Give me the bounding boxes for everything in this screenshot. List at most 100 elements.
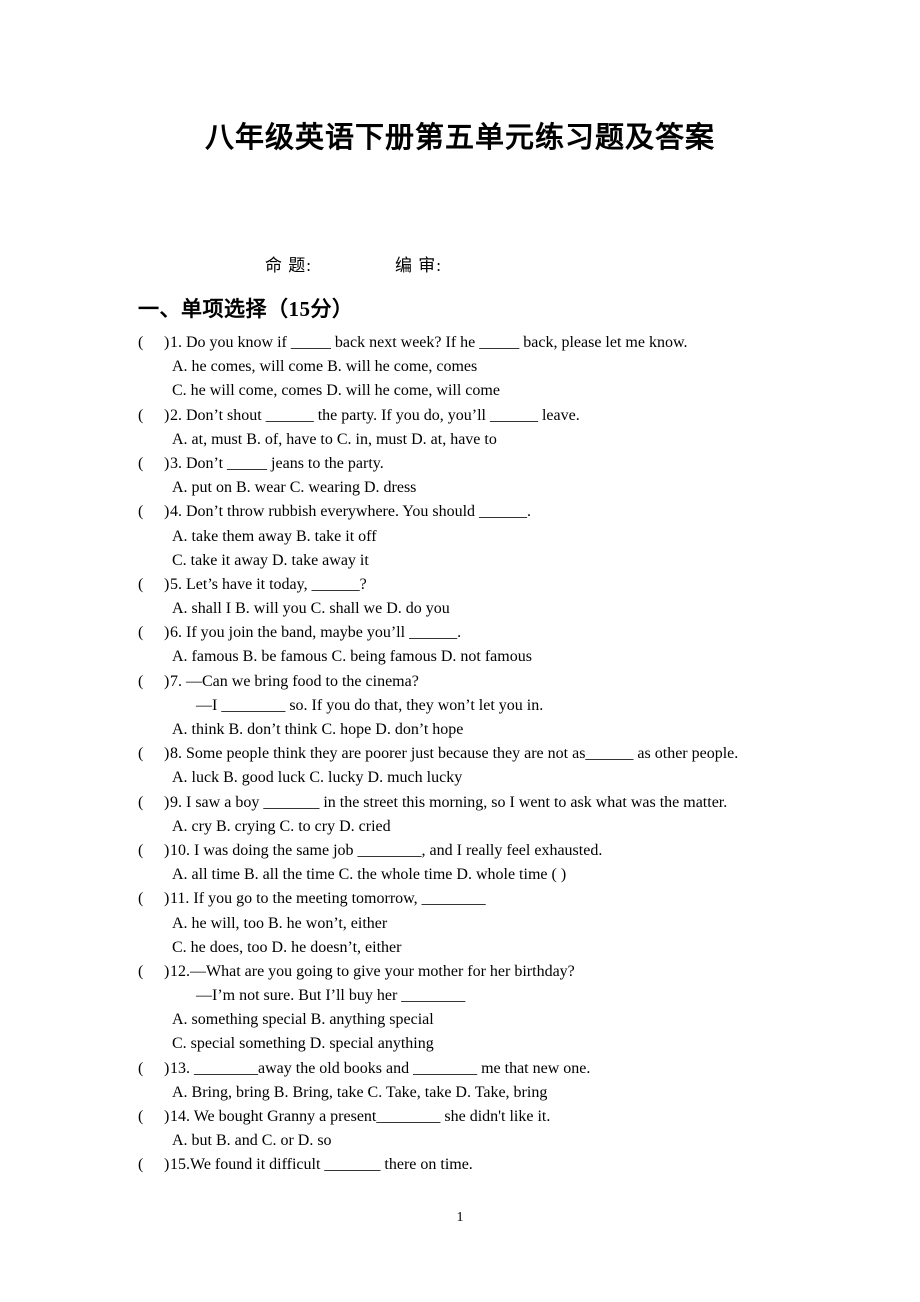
section-heading-multiple-choice: 一、单项选择（15分）	[138, 297, 354, 321]
answer-bracket-close[interactable]: )	[164, 500, 169, 524]
question-row: () 1. Do you know if _____ back next week…	[138, 331, 778, 355]
answer-bracket-close[interactable]: )	[164, 839, 169, 863]
question-options-row[interactable]: A. he comes, will come B. will he come, …	[138, 355, 778, 379]
answer-bracket-open[interactable]: (	[138, 452, 143, 476]
question-row: () 3. Don’t _____ jeans to the party.	[138, 452, 778, 476]
question-stem: 5. Let’s have it today, ______?	[170, 575, 367, 593]
answer-bracket-open[interactable]: (	[138, 331, 143, 355]
answer-bracket-close[interactable]: )	[164, 1105, 169, 1129]
answer-bracket-close[interactable]: )	[164, 887, 169, 911]
question-options-row[interactable]: C. special something D. special anything	[138, 1032, 778, 1056]
question-options-row[interactable]: A. think B. don’t think C. hope D. don’t…	[138, 718, 778, 742]
question-options-row[interactable]: A. put on B. wear C. wearing D. dress	[138, 476, 778, 500]
question-options: A. he comes, will come B. will he come, …	[172, 358, 478, 376]
answer-bracket-close[interactable]: )	[164, 742, 169, 766]
byline-reviewer-label: 编 审:	[395, 256, 442, 275]
answer-bracket-open[interactable]: (	[138, 670, 143, 694]
question-options-row[interactable]: A. but B. and C. or D. so	[138, 1129, 778, 1153]
answer-bracket-open[interactable]: (	[138, 887, 143, 911]
answer-bracket-close[interactable]: )	[164, 573, 169, 597]
byline-composer-label: 命 题:	[265, 256, 312, 275]
answer-bracket-open[interactable]: (	[138, 404, 143, 428]
question-row: () 9. I saw a boy _______ in the street t…	[138, 791, 778, 815]
question-stem: 10. I was doing the same job ________, a…	[170, 841, 603, 859]
question-options-row[interactable]: A. at, must B. of, have to C. in, must D…	[138, 428, 778, 452]
question-options-row[interactable]: A. shall I B. will you C. shall we D. do…	[138, 597, 778, 621]
answer-bracket-open[interactable]: (	[138, 621, 143, 645]
answer-bracket-close[interactable]: )	[164, 670, 169, 694]
question-options-row[interactable]: A. cry B. crying C. to cry D. cried	[138, 815, 778, 839]
answer-bracket-open[interactable]: (	[138, 1105, 143, 1129]
question-options: C. take it away D. take away it	[172, 551, 369, 569]
question-stem: 2. Don’t shout ______ the party. If you …	[170, 406, 580, 424]
question-options: A. famous B. be famous C. being famous D…	[172, 648, 532, 666]
question-options: A. all time B. all the time C. the whole…	[172, 866, 567, 884]
question-stem: 3. Don’t _____ jeans to the party.	[170, 454, 384, 472]
question-options: A. he will, too B. he won’t, either	[172, 914, 388, 932]
question-options: C. special something D. special anything	[172, 1035, 434, 1053]
answer-bracket-open[interactable]: (	[138, 839, 143, 863]
byline: 命 题: 编 审:	[140, 251, 780, 275]
answer-bracket-close[interactable]: )	[164, 452, 169, 476]
question-options-row[interactable]: A. famous B. be famous C. being famous D…	[138, 645, 778, 669]
question-options: A. shall I B. will you C. shall we D. do…	[172, 600, 450, 618]
question-row: () 13. ________away the old books and __…	[138, 1057, 778, 1081]
question-options: A. think B. don’t think C. hope D. don’t…	[172, 721, 464, 738]
question-continuation-row: —I’m not sure. But I’ll buy her ________	[138, 984, 778, 1008]
question-options: A. at, must B. of, have to C. in, must D…	[172, 430, 497, 448]
question-options-row[interactable]: A. all time B. all the time C. the whole…	[138, 863, 778, 887]
question-continuation: —I ________ so. If you do that, they won…	[196, 696, 544, 714]
answer-bracket-close[interactable]: )	[164, 404, 169, 428]
question-stem: 11. If you go to the meeting tomorrow, _…	[170, 890, 486, 908]
question-options: C. he will come, comes D. will he come, …	[172, 382, 500, 400]
question-stem: 13. ________away the old books and _____…	[170, 1059, 591, 1077]
answer-bracket-open[interactable]: (	[138, 500, 143, 524]
question-options: A. take them away B. take it off	[172, 527, 377, 545]
answer-bracket-close[interactable]: )	[164, 1057, 169, 1081]
question-options-row[interactable]: C. he does, too D. he doesn’t, either	[138, 936, 778, 960]
question-row: () 12.—What are you going to give your m…	[138, 960, 778, 984]
question-options-row[interactable]: C. take it away D. take away it	[138, 549, 778, 573]
question-list: () 1. Do you know if _____ back next week…	[138, 331, 778, 1178]
page-number: 1	[456, 1210, 464, 1225]
question-options: A. something special B. anything special	[172, 1011, 434, 1029]
answer-bracket-open[interactable]: (	[138, 960, 143, 984]
question-options: A. Bring, bring B. Bring, take C. Take, …	[172, 1083, 548, 1101]
answer-bracket-open[interactable]: (	[138, 1057, 143, 1081]
question-stem: 7. —Can we bring food to the cinema?	[170, 672, 419, 690]
page-title: 八年级英语下册第五单元练习题及答案	[204, 120, 715, 154]
answer-bracket-open[interactable]: (	[138, 791, 143, 815]
question-stem: 9. I saw a boy _______ in the street thi…	[170, 793, 728, 811]
question-stem: 15.We found it difficult _______ there o…	[170, 1156, 473, 1174]
answer-bracket-open[interactable]: (	[138, 573, 143, 597]
question-row: () 2. Don’t shout ______ the party. If yo…	[138, 404, 778, 428]
question-row: () 10. I was doing the same job ________,…	[138, 839, 778, 863]
question-row: () 5. Let’s have it today, ______?	[138, 573, 778, 597]
question-options-row[interactable]: A. he will, too B. he won’t, either	[138, 912, 778, 936]
answer-bracket-close[interactable]: )	[164, 791, 169, 815]
question-stem: 8. Some people think they are poorer jus…	[170, 745, 739, 763]
answer-bracket-open[interactable]: (	[138, 742, 143, 766]
question-row: () 14. We bought Granny a present_______…	[138, 1105, 778, 1129]
answer-bracket-close[interactable]: )	[164, 1153, 169, 1177]
question-row: () 7. —Can we bring food to the cinema?	[138, 670, 778, 694]
question-options-row[interactable]: A. luck B. good luck C. lucky D. much lu…	[138, 766, 778, 790]
question-row: () 4. Don’t throw rubbish everywhere. You…	[138, 500, 778, 524]
question-continuation-row: —I ________ so. If you do that, they won…	[138, 694, 778, 718]
question-options-row[interactable]: A. something special B. anything special	[138, 1008, 778, 1032]
question-options-row[interactable]: A. take them away B. take it off	[138, 525, 778, 549]
question-options: A. cry B. crying C. to cry D. cried	[172, 817, 391, 835]
question-row: () 6. If you join the band, maybe you’ll …	[138, 621, 778, 645]
question-options: A. luck B. good luck C. lucky D. much lu…	[172, 769, 463, 787]
question-options: C. he does, too D. he doesn’t, either	[172, 938, 402, 956]
question-continuation: —I’m not sure. But I’ll buy her ________	[196, 987, 466, 1005]
question-options-row[interactable]: A. Bring, bring B. Bring, take C. Take, …	[138, 1081, 778, 1105]
answer-bracket-close[interactable]: )	[164, 621, 169, 645]
question-row: () 8. Some people think they are poorer j…	[138, 742, 778, 766]
question-stem: 12.—What are you going to give your moth…	[170, 962, 575, 980]
answer-bracket-close[interactable]: )	[164, 331, 169, 355]
answer-bracket-close[interactable]: )	[164, 960, 169, 984]
question-options-row[interactable]: C. he will come, comes D. will he come, …	[138, 379, 778, 403]
question-stem: 1. Do you know if _____ back next week? …	[170, 334, 688, 351]
answer-bracket-open[interactable]: (	[138, 1153, 143, 1177]
